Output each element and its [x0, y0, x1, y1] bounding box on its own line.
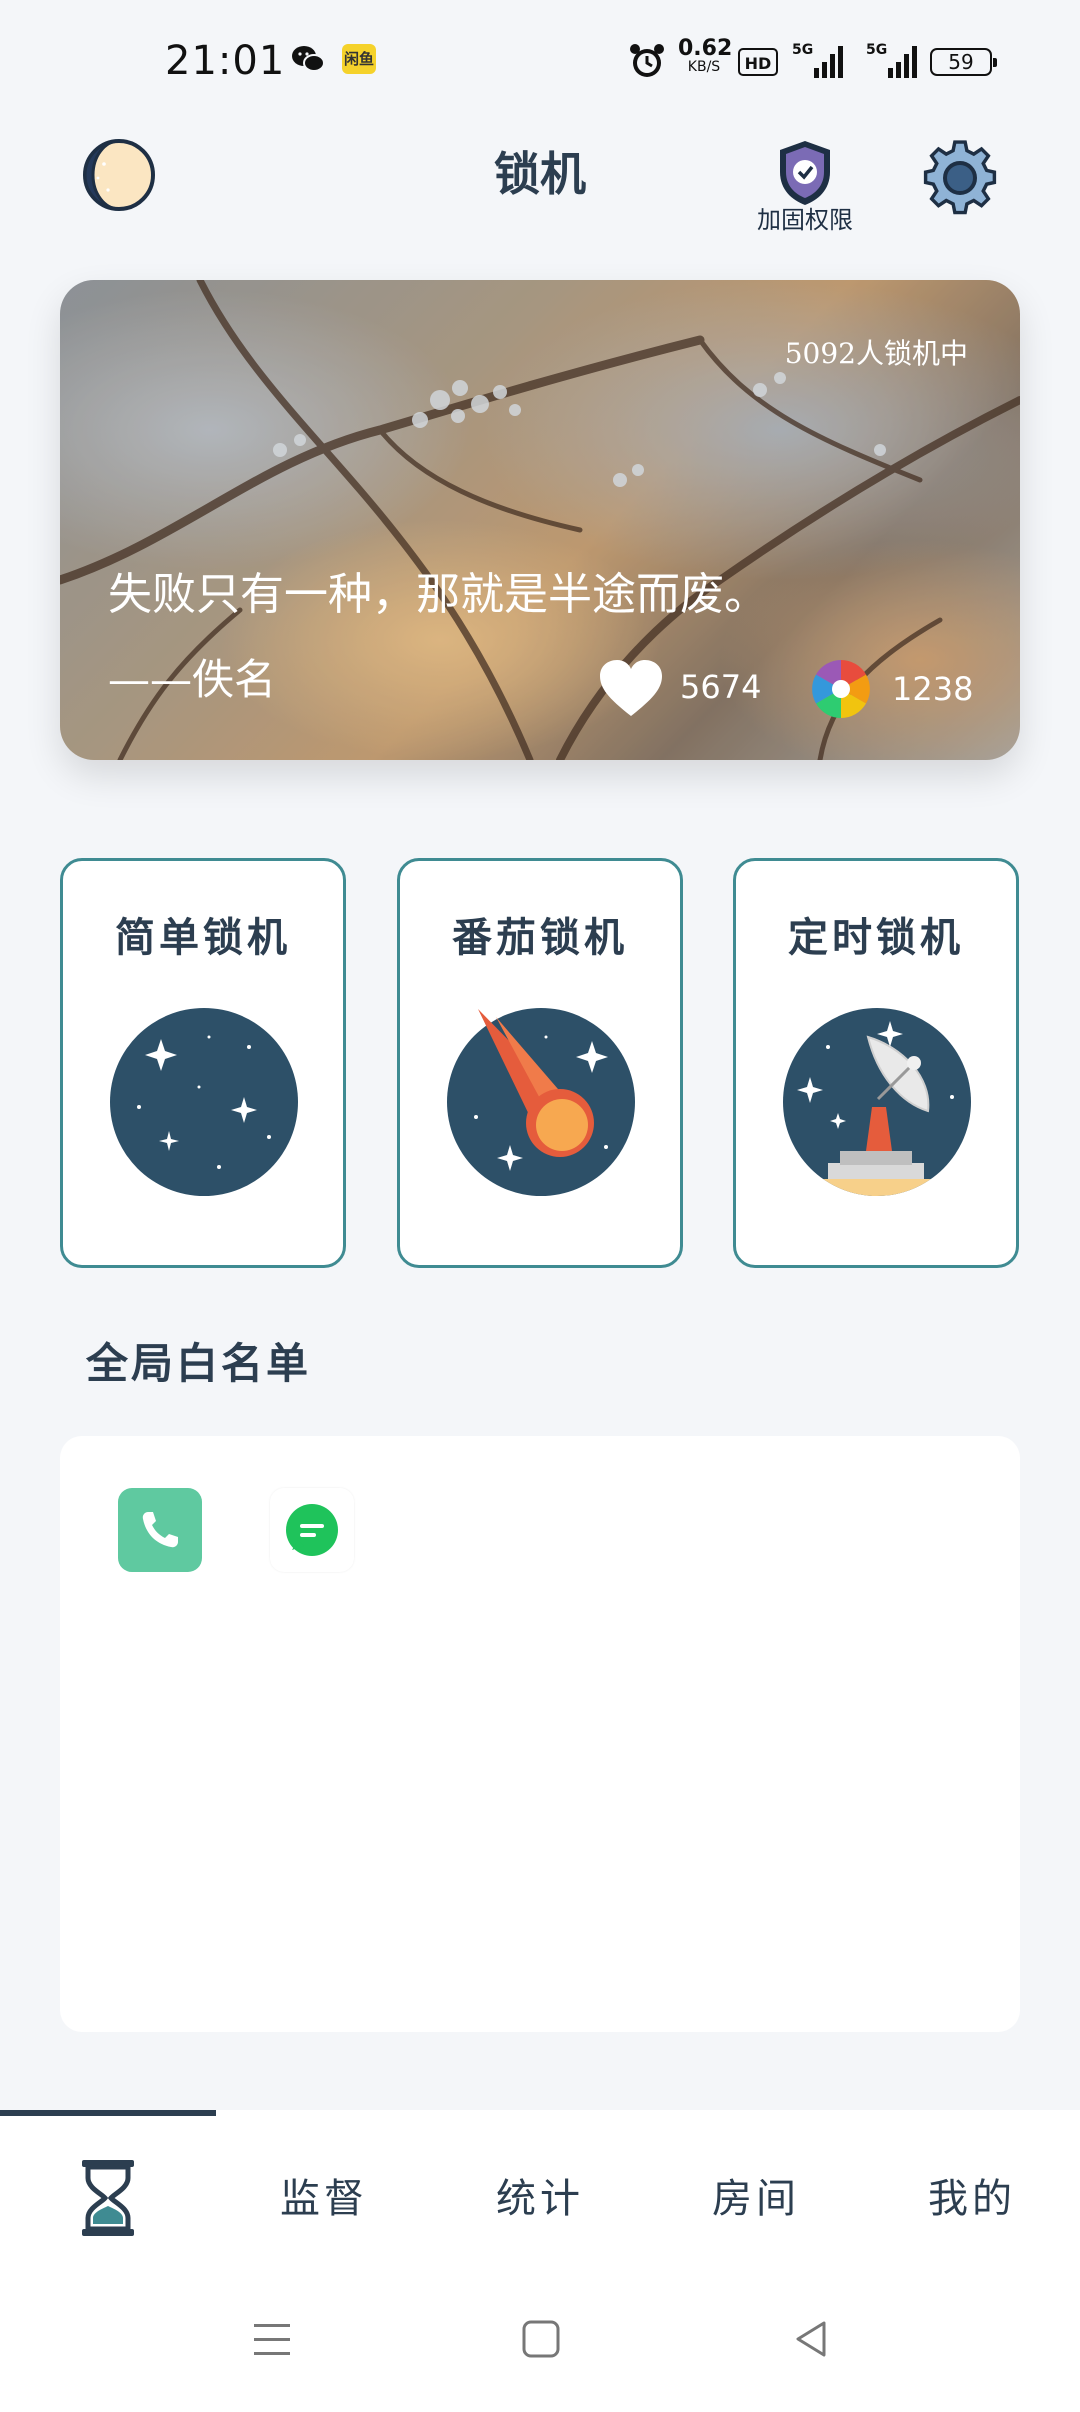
- signal-label: 5G: [866, 42, 888, 58]
- share-count: 1238: [892, 670, 974, 708]
- timed-lock-card[interactable]: 定时锁机: [733, 858, 1019, 1268]
- net-speed-value: 0.62: [678, 36, 733, 61]
- tab-lock[interactable]: [0, 2160, 216, 2236]
- system-nav-bar: [0, 2280, 1080, 2412]
- mode-label: 简单锁机: [115, 914, 291, 961]
- phone-app-icon[interactable]: [118, 1488, 202, 1572]
- like-button[interactable]: 5674: [598, 658, 768, 718]
- starry-sky-icon: [110, 1008, 298, 1196]
- gear-icon[interactable]: [920, 138, 1000, 218]
- share-button[interactable]: 1238: [810, 658, 990, 718]
- reinforce-permission-button[interactable]: 加固权限: [740, 138, 870, 234]
- back-icon[interactable]: [790, 2318, 832, 2360]
- tab-mine[interactable]: 我的: [864, 2166, 1080, 2224]
- quote-banner[interactable]: 5092人锁机中 失败只有一种，那就是半途而废。 ——佚名 5674 1238: [60, 280, 1020, 760]
- simple-lock-card[interactable]: 简单锁机: [60, 858, 346, 1268]
- meteor-icon: [447, 1008, 635, 1196]
- hd-badge: HD: [738, 48, 778, 76]
- shield-label: 加固权限: [757, 206, 853, 234]
- messages-app-icon[interactable]: [270, 1488, 354, 1572]
- status-bar: 21:01 闲鱼 0.62 KB/S HD 5G 5G 59: [0, 0, 1080, 120]
- home-icon[interactable]: [520, 2318, 562, 2360]
- net-speed: 0.62 KB/S: [678, 36, 733, 75]
- aperture-icon: [812, 660, 870, 718]
- mode-label: 番茄锁机: [452, 914, 628, 961]
- online-count: 5092人锁机中: [784, 337, 968, 370]
- quote-text: 失败只有一种，那就是半途而废。: [108, 569, 768, 620]
- net-speed-unit: KB/S: [687, 59, 721, 75]
- battery-icon: 59: [930, 48, 997, 76]
- pomodoro-lock-card[interactable]: 番茄锁机: [397, 858, 683, 1268]
- heart-icon: [600, 660, 662, 716]
- signal-label: 5G: [792, 42, 814, 58]
- xianyu-badge-icon: 闲鱼: [342, 44, 376, 74]
- active-tab-indicator: [0, 2110, 216, 2116]
- hourglass-icon: [82, 2160, 134, 2236]
- tab-room[interactable]: 房间: [648, 2166, 864, 2224]
- mode-label: 定时锁机: [788, 914, 964, 961]
- tab-statistics[interactable]: 统计: [432, 2166, 648, 2224]
- satellite-dish-icon: [783, 1008, 971, 1196]
- alarm-icon: [630, 44, 664, 77]
- wechat-icon: [292, 46, 325, 72]
- whitelist-title: 全局白名单: [86, 1339, 312, 1388]
- moon-icon[interactable]: [82, 138, 156, 212]
- whitelist-panel: [60, 1436, 1020, 2032]
- like-count: 5674: [680, 668, 762, 706]
- menu-icon[interactable]: [250, 2320, 294, 2360]
- page-title: 锁机: [494, 147, 586, 201]
- quote-author: ——佚名: [108, 655, 277, 704]
- status-time: 21:01: [165, 38, 286, 84]
- signal-icon: 5G: [866, 42, 922, 78]
- shield-icon: [780, 141, 830, 205]
- signal-icon: 5G: [792, 42, 848, 78]
- tab-supervise[interactable]: 监督: [216, 2166, 432, 2224]
